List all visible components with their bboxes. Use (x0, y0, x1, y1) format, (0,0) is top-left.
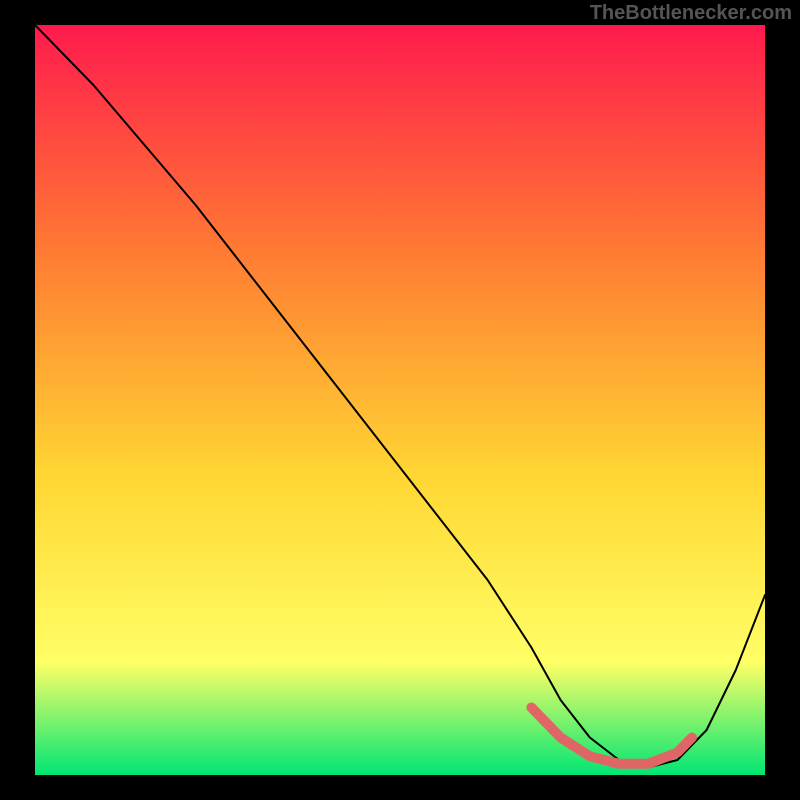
chart-container: TheBottlenecker.com (0, 0, 800, 800)
bottleneck-chart (0, 0, 800, 800)
plot-background (35, 25, 765, 775)
